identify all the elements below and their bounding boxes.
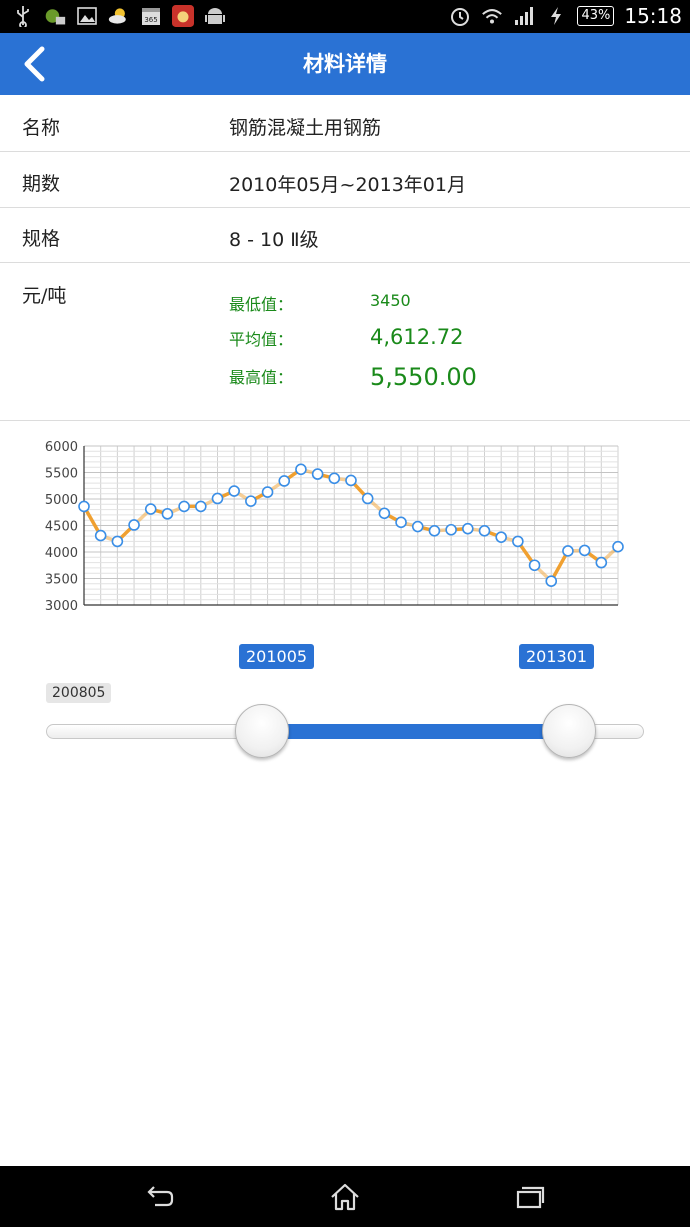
data-point — [495, 531, 507, 543]
y-tick-label: 5500 — [45, 467, 78, 482]
y-tick-label: 3000 — [45, 599, 78, 614]
cow-app-icon — [172, 5, 194, 27]
image-icon — [76, 5, 98, 27]
y-tick-label: 6000 — [45, 440, 78, 455]
detail-row-spec: 规格 8 - 10 Ⅱ级 — [0, 208, 690, 263]
recent-apps-icon — [516, 1186, 545, 1208]
price-chart-svg: 6000 5500 5000 4500 4000 3500 3000 — [45, 440, 624, 614]
data-point — [78, 500, 90, 513]
back-arrow-icon — [147, 1185, 174, 1206]
data-point — [345, 474, 357, 487]
data-point — [195, 500, 207, 513]
home-icon — [331, 1183, 359, 1210]
spec-value: 8 - 10 Ⅱ级 — [229, 229, 319, 251]
android-icon — [204, 5, 226, 27]
data-point — [512, 535, 524, 548]
name-label: 名称 — [22, 117, 61, 139]
data-point — [144, 503, 157, 515]
calendar-icon: 365 — [140, 5, 162, 27]
usb-icon — [12, 5, 34, 27]
y-tick-label: 4500 — [45, 520, 78, 535]
data-point — [612, 540, 624, 553]
calendar-text: 365 — [144, 16, 157, 24]
min-label: 最低值： — [229, 295, 294, 314]
battery-indicator: 43% — [577, 6, 615, 26]
period-value: 2010年05月~2013年01月 — [229, 174, 466, 196]
data-point — [328, 472, 341, 485]
avg-label: 平均值： — [229, 330, 294, 349]
range-end-label: 201301 — [519, 644, 595, 669]
page-title: 材料详情 — [303, 52, 387, 76]
max-label: 最高值： — [229, 368, 294, 387]
slider-selected-range — [262, 724, 569, 739]
data-point — [445, 523, 457, 536]
chevron-left-icon — [24, 46, 45, 82]
data-point — [211, 492, 224, 505]
detail-row-price: 元/吨 最低值： 3450 平均值： 4,612.72 最高值： 5,550.0… — [0, 263, 690, 421]
data-point — [595, 556, 608, 569]
slider-end-thumb[interactable] — [542, 704, 596, 758]
app-bar: 材料详情 — [0, 33, 690, 95]
clock: 15:18 — [624, 4, 682, 28]
data-point — [395, 516, 407, 529]
y-tick-label: 4000 — [45, 546, 78, 561]
data-point — [228, 485, 240, 497]
weather-icon — [108, 5, 130, 27]
nav-recents-button[interactable] — [500, 1174, 560, 1219]
alarm-icon — [449, 5, 471, 27]
data-point — [578, 544, 591, 557]
data-point — [428, 525, 441, 537]
range-start-label: 201005 — [239, 644, 315, 669]
detail-row-name: 名称 钢筋混凝土用钢筋 — [0, 95, 690, 152]
unit-label: 元/吨 — [22, 285, 67, 307]
data-point — [378, 507, 391, 520]
data-point — [245, 495, 257, 507]
data-point — [161, 508, 174, 520]
data-point — [94, 529, 107, 542]
signal-icon — [513, 5, 535, 27]
name-value: 钢筋混凝土用钢筋 — [229, 117, 382, 139]
data-point — [178, 500, 190, 513]
avg-value: 4,612.72 — [370, 325, 464, 349]
data-point — [562, 545, 574, 557]
y-tick-label: 5000 — [45, 493, 78, 508]
min-value: 3450 — [370, 291, 411, 310]
range-min-label: 200805 — [46, 683, 112, 703]
data-point — [478, 525, 491, 537]
charging-icon — [545, 5, 567, 27]
spec-label: 规格 — [22, 228, 61, 250]
status-bar: 365 43% 15:18 — [0, 0, 690, 33]
nav-home-button[interactable] — [315, 1174, 375, 1219]
wifi-icon — [481, 5, 503, 27]
data-point — [261, 486, 274, 498]
nav-back-button[interactable] — [130, 1174, 190, 1219]
data-point — [128, 519, 140, 531]
data-point — [278, 475, 291, 487]
y-tick-label: 3500 — [45, 573, 78, 588]
data-point — [411, 520, 424, 533]
data-point — [111, 535, 124, 548]
data-point — [462, 522, 474, 535]
data-point — [361, 492, 374, 505]
game-icon — [44, 5, 66, 27]
navigation-bar — [0, 1166, 690, 1227]
back-button[interactable] — [12, 41, 58, 87]
data-point — [295, 463, 307, 476]
period-label: 期数 — [22, 173, 61, 195]
slider-start-thumb[interactable] — [235, 704, 289, 758]
price-chart: 6000 5500 5000 4500 4000 3500 3000 — [0, 421, 690, 621]
data-point — [311, 468, 324, 480]
data-point — [545, 575, 558, 587]
detail-row-period: 期数 2010年05月~2013年01月 — [0, 152, 690, 208]
data-point — [528, 559, 541, 572]
max-value: 5,550.00 — [370, 363, 477, 391]
